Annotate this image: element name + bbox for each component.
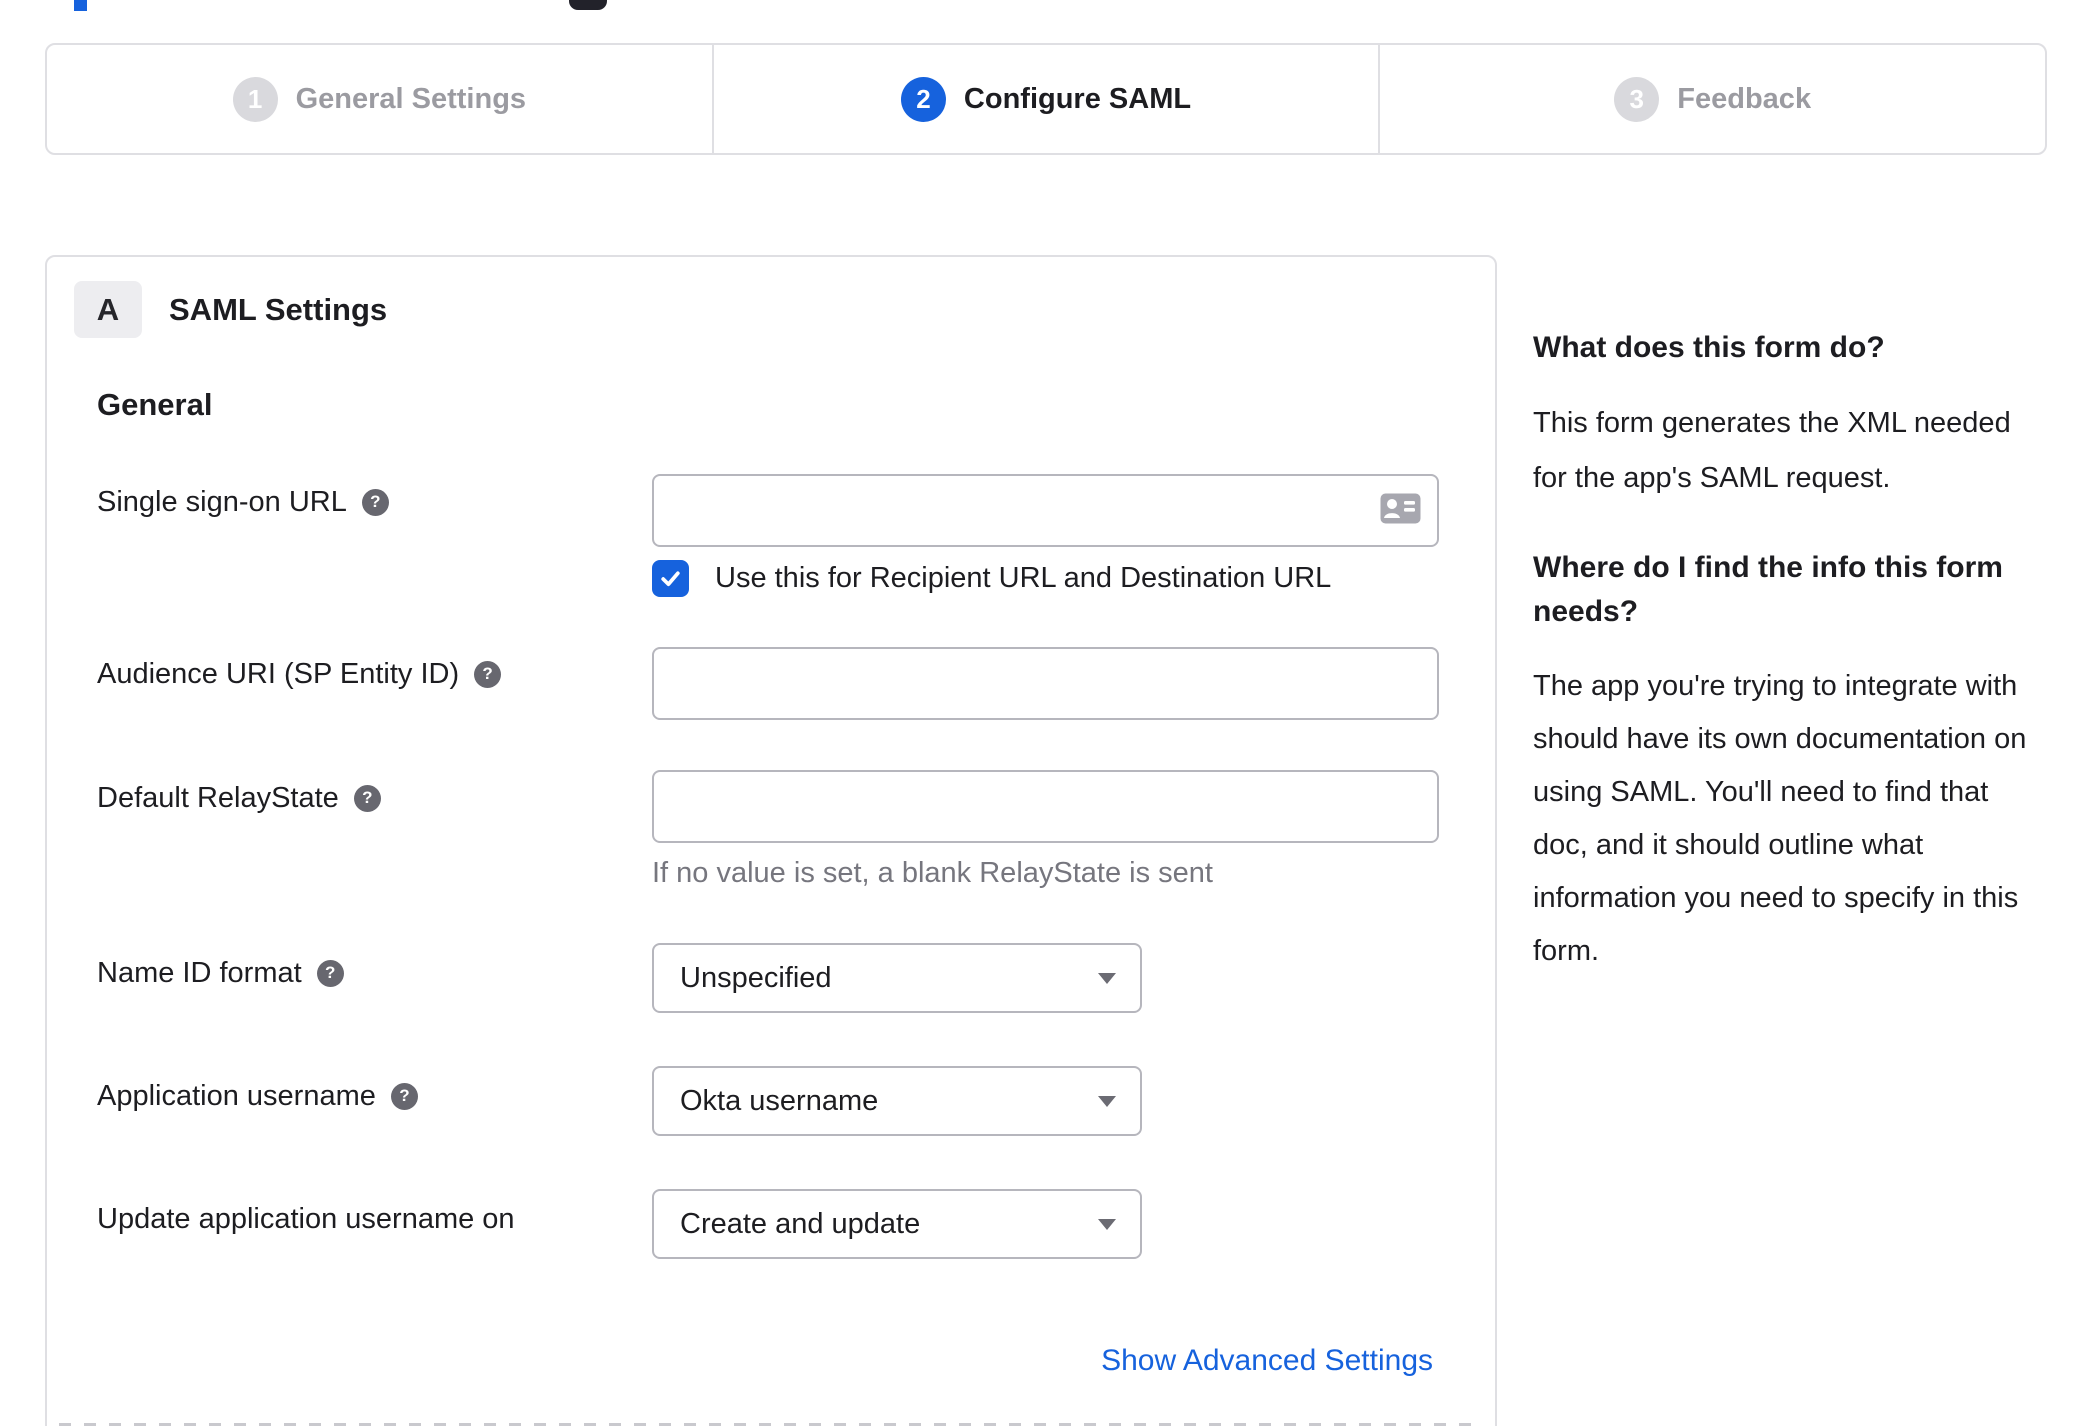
chevron-down-icon [1098,1095,1116,1107]
help-icon[interactable]: ? [316,959,344,987]
step-3-label: Feedback [1677,82,1812,115]
update-username-label: Update application username on [97,1203,515,1235]
recipient-url-checkbox-label: Use this for Recipient URL and Destinati… [715,562,1332,594]
name-id-format-label: Name ID format [97,957,302,989]
audience-uri-input-wrap [652,647,1439,720]
show-advanced-settings-link[interactable]: Show Advanced Settings [1101,1344,1433,1378]
configure-saml-page: 1 General Settings 2 Configure SAML 3 Fe… [0,0,2092,1426]
application-username-value: Okta username [680,1084,879,1117]
audience-uri-input[interactable] [652,647,1439,720]
help-icon[interactable]: ? [390,1082,418,1110]
help-icon[interactable]: ? [474,660,502,688]
relay-state-label: Default RelayState [97,782,339,814]
relay-state-hint: If no value is set, a blank RelayState i… [652,857,1213,889]
update-username-select[interactable]: Create and update [652,1189,1142,1259]
application-username-label: Application username [97,1080,376,1112]
step-2-number: 2 [900,76,946,122]
wizard-stepper: 1 General Settings 2 Configure SAML 3 Fe… [45,43,2047,155]
relay-state-input[interactable] [652,770,1439,843]
help-answer-1: This form generates the XML needed for t… [1533,407,2011,494]
step-feedback[interactable]: 3 Feedback [1378,45,2045,153]
saml-settings-panel: A SAML Settings General Single sign-on U… [45,255,1497,1426]
step-2-label: Configure SAML [963,82,1192,115]
name-id-format-label-row: Name ID format ? [97,956,344,990]
cropped-logo-fragment [74,0,87,11]
step-1-number: 1 [232,76,278,122]
step-3-number: 3 [1614,76,1660,122]
sso-url-label-row: Single sign-on URL ? [97,485,389,519]
sso-url-label: Single sign-on URL [97,486,347,518]
help-icon[interactable]: ? [361,488,389,516]
audience-uri-label-row: Audience URI (SP Entity ID) ? [97,657,502,691]
chevron-down-icon [1098,1218,1116,1230]
audience-uri-label: Audience URI (SP Entity ID) [97,658,460,690]
help-answer-2: The app you're trying to integrate with … [1533,670,2027,967]
step-general-settings[interactable]: 1 General Settings [47,45,712,153]
name-id-format-select[interactable]: Unspecified [652,943,1142,1013]
panel-title: SAML Settings [169,291,388,327]
checkmark-icon [661,571,680,587]
sso-url-input-wrap [652,474,1439,547]
step-configure-saml[interactable]: 2 Configure SAML [711,45,1379,153]
application-username-select[interactable]: Okta username [652,1066,1142,1136]
recipient-url-checkbox[interactable] [652,560,689,597]
general-section-heading: General [97,387,213,422]
cropped-toggle-fragment [569,0,607,10]
help-question-1: What does this form do? [1533,331,1885,364]
contact-card-icon [1380,493,1421,529]
relay-state-input-wrap [652,770,1439,843]
name-id-format-value: Unspecified [680,961,832,994]
help-icon[interactable]: ? [353,784,381,812]
application-username-label-row: Application username ? [97,1079,418,1113]
step-1-label: General Settings [295,82,527,115]
help-sidebar: What does this form do? This form genera… [1533,326,2035,978]
relay-state-label-row: Default RelayState ? [97,781,381,815]
section-a-badge: A [74,281,142,338]
recipient-url-checkbox-row: Use this for Recipient URL and Destinati… [652,560,1331,597]
sso-url-input[interactable] [652,474,1439,547]
update-username-value: Create and update [680,1207,921,1240]
chevron-down-icon [1098,972,1116,984]
update-username-label-row: Update application username on [97,1202,515,1236]
help-question-2: Where do I find the info this form needs… [1533,551,2003,628]
